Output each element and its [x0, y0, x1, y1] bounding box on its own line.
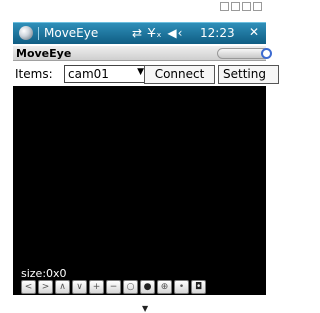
- up-button[interactable]: ∧: [55, 280, 70, 294]
- title-separator: [38, 27, 39, 40]
- status-strip: [0, 0, 266, 14]
- connect-button[interactable]: Connect: [144, 65, 215, 84]
- items-select-value: cam01: [68, 67, 109, 81]
- app-header: MoveEye: [13, 46, 272, 61]
- windows-start-icon[interactable]: [19, 26, 33, 40]
- tray-icon-3: [242, 2, 251, 11]
- video-size-label: size:0x0: [21, 267, 67, 280]
- app-title: MoveEye: [16, 47, 72, 60]
- down-button[interactable]: ∨: [72, 280, 87, 294]
- target-button[interactable]: ⊕: [157, 280, 172, 294]
- window-title: MoveEye: [44, 26, 99, 40]
- clock[interactable]: 12:23: [200, 26, 235, 40]
- status-icons[interactable]: ⇄ Y̶ₓ ◀‹: [132, 26, 183, 40]
- system-tray: [220, 2, 262, 11]
- record-button[interactable]: ●: [140, 280, 155, 294]
- tray-icon-1: [220, 2, 229, 11]
- tray-icon-4: [253, 2, 262, 11]
- camera-button[interactable]: ◘: [191, 280, 206, 294]
- circle-button[interactable]: ○: [123, 280, 138, 294]
- items-toolbar: Items: cam01 ▼ Connect Setting: [13, 62, 279, 86]
- zoom-in-button[interactable]: +: [89, 280, 104, 294]
- toggle-switch[interactable]: [217, 48, 272, 59]
- control-bar: < > ∧ ∨ + − ○ ● ⊕ • ◘: [21, 280, 206, 295]
- chevron-down-icon[interactable]: ▼: [137, 67, 144, 77]
- title-bar: MoveEye ⇄ Y̶ₓ ◀‹ 12:23 ✕: [13, 22, 266, 44]
- video-view: size:0x0 < > ∧ ∨ + − ○ ● ⊕ • ◘: [13, 86, 266, 295]
- resize-handle-icon: ▼: [142, 304, 149, 313]
- tray-icon-2: [231, 2, 240, 11]
- point-button[interactable]: •: [174, 280, 189, 294]
- toggle-knob[interactable]: [261, 48, 272, 59]
- setting-button[interactable]: Setting: [218, 65, 279, 84]
- zoom-out-button[interactable]: −: [106, 280, 121, 294]
- items-select[interactable]: cam01 ▼: [64, 65, 149, 83]
- right-button[interactable]: >: [38, 280, 53, 294]
- left-button[interactable]: <: [21, 280, 36, 294]
- items-label: Items:: [15, 67, 53, 81]
- close-icon[interactable]: ✕: [249, 25, 259, 39]
